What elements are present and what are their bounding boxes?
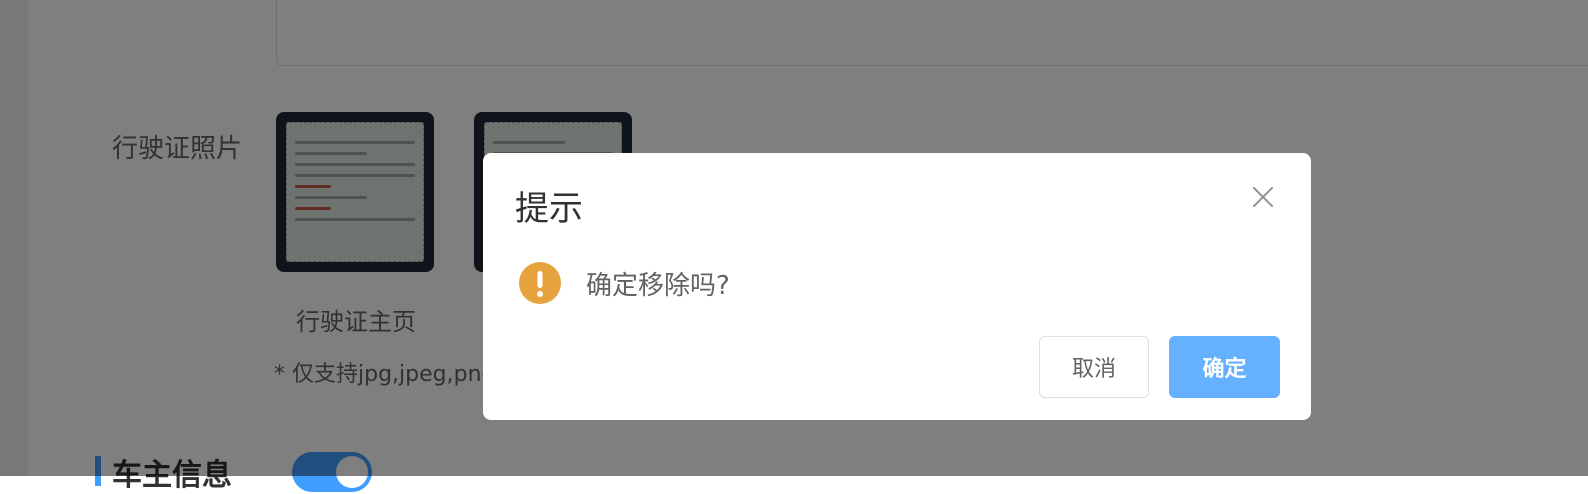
dialog-message-row: 确定移除吗? (519, 261, 730, 305)
close-icon[interactable] (1249, 183, 1277, 211)
warning-icon (519, 262, 561, 304)
dialog-message: 确定移除吗? (586, 270, 730, 301)
confirm-button[interactable]: 确定 (1169, 336, 1280, 398)
confirm-dialog: 提示 确定移除吗? 取消 确定 (483, 153, 1311, 420)
cancel-button[interactable]: 取消 (1039, 336, 1149, 398)
dialog-title: 提示 (515, 189, 583, 229)
